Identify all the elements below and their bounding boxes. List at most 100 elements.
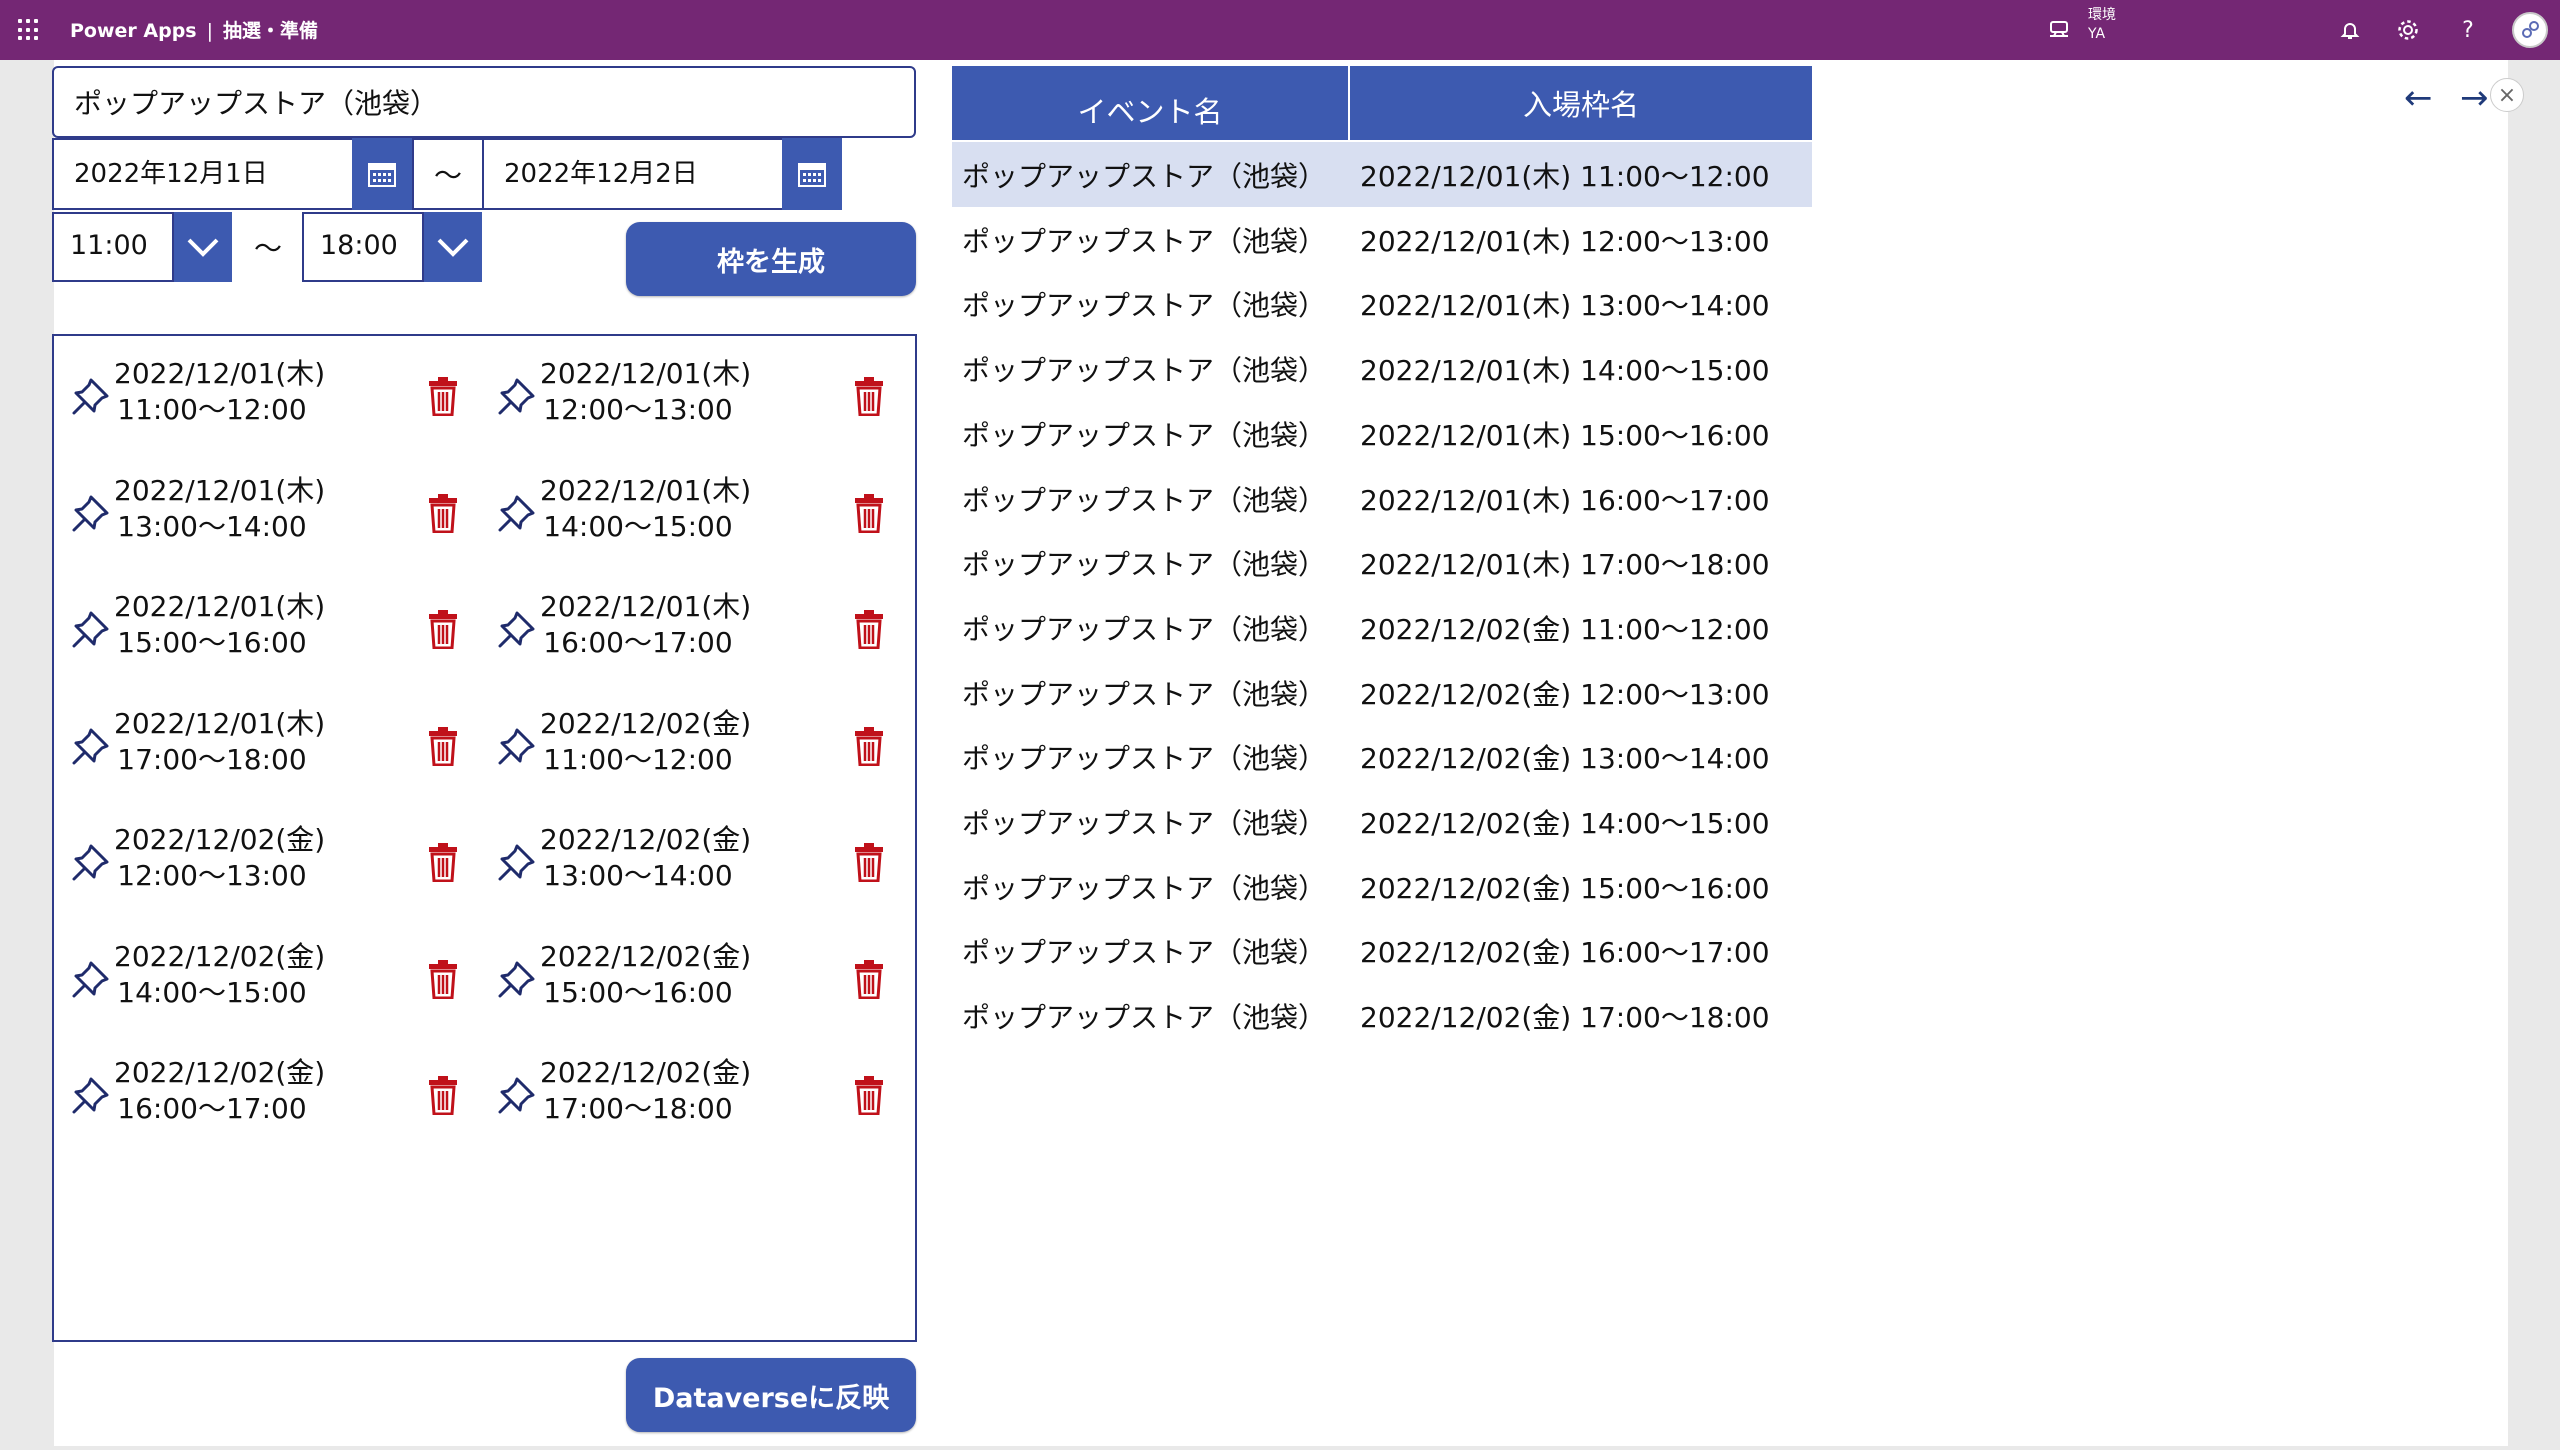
table-row[interactable]: ポップアップストア（池袋） 2022/12/02(金) 13:00～14:00 (952, 724, 1812, 789)
trash-icon[interactable] (854, 959, 884, 999)
dataverse-sync-button[interactable]: Dataverseに反映 (626, 1358, 916, 1432)
cell-slot-name: 2022/12/01(木) 11:00～12:00 (1360, 160, 1770, 193)
gallery-item[interactable]: 2022/12/02(金) 14:00～15:00 (54, 919, 478, 1029)
slot-time: 11:00～12:00 (543, 742, 733, 776)
slot-date: 2022/12/01(木) (540, 473, 752, 507)
slot-date: 2022/12/02(金) (540, 823, 752, 856)
avatar[interactable] (2512, 12, 2548, 48)
gallery-item[interactable]: 2022/12/02(金) 16:00～17:00 (54, 1035, 478, 1145)
trash-icon[interactable] (428, 726, 458, 766)
table-row[interactable]: ポップアップストア（池袋） 2022/12/02(金) 14:00～15:00 (952, 789, 1812, 854)
table-row[interactable]: ポップアップストア（池袋） 2022/12/02(金) 11:00～12:00 (952, 595, 1812, 660)
cell-event-name: ポップアップストア（池袋） (962, 224, 1327, 258)
table-header-slot: 入場枠名 (1350, 66, 1812, 140)
trash-icon[interactable] (428, 376, 458, 417)
top-bar: Power Apps | 抽選・準備 環境 YA ? (0, 0, 2560, 60)
table-row[interactable]: ポップアップストア（池袋） 2022/12/01(木) 13:00～14:00 (952, 271, 1812, 336)
time-from-dropdown[interactable]: 11:00 (52, 212, 174, 282)
generate-slots-button[interactable]: 枠を生成 (626, 222, 916, 296)
pin-icon[interactable] (495, 374, 539, 418)
environment-switcher[interactable]: 環境 YA (2088, 6, 2116, 44)
calendar-icon[interactable] (782, 138, 842, 210)
gallery-item[interactable]: 2022/12/01(木) 14:00～15:00 (480, 453, 904, 563)
trash-icon[interactable] (428, 609, 458, 650)
pin-icon[interactable] (495, 957, 539, 1001)
table-row[interactable]: ポップアップストア（池袋） 2022/12/02(金) 15:00～16:00 (952, 854, 1812, 919)
table-row[interactable]: ポップアップストア（池袋） 2022/12/01(木) 17:00～18:00 (952, 530, 1812, 595)
gallery-item[interactable]: 2022/12/01(木) 15:00～16:00 (54, 569, 478, 679)
gallery-item[interactable]: 2022/12/01(木) 11:00～12:00 (54, 336, 478, 446)
slot-time: 14:00～15:00 (543, 509, 733, 543)
trash-icon[interactable] (854, 376, 884, 417)
gallery-item[interactable]: 2022/12/02(金) 13:00～14:00 (480, 802, 904, 912)
gallery-item[interactable]: 2022/12/02(金) 15:00～16:00 (480, 919, 904, 1029)
slot-time: 16:00～17:00 (117, 1092, 307, 1125)
cell-event-name: ポップアップストア（池袋） (962, 289, 1327, 323)
pin-icon[interactable] (495, 724, 539, 768)
trash-icon[interactable] (428, 493, 458, 533)
table-row[interactable]: ポップアップストア（池袋） 2022/12/01(木) 12:00～13:00 (952, 207, 1812, 272)
date-from-picker[interactable]: 2022年12月1日 (52, 138, 354, 210)
close-icon[interactable]: × (2490, 78, 2524, 112)
table-row[interactable]: ポップアップストア（池袋） 2022/12/02(金) 17:00～18:00 (952, 983, 1812, 1048)
trash-icon[interactable] (854, 726, 884, 766)
forward-arrow-icon[interactable]: → (2460, 78, 2489, 118)
calendar-icon[interactable] (352, 138, 412, 210)
trash-icon[interactable] (854, 609, 884, 650)
slot-label: 2022/12/02(金) 11:00～12:00 (540, 706, 751, 778)
pin-icon[interactable] (69, 957, 113, 1001)
environment-icon[interactable] (2048, 18, 2070, 40)
cell-event-name: ポップアップストア（池袋） (962, 1001, 1327, 1035)
pin-icon[interactable] (495, 1073, 539, 1117)
app-launcher-icon[interactable] (18, 19, 40, 41)
cell-event-name: ポップアップストア（池袋） (962, 677, 1327, 711)
table-row[interactable]: ポップアップストア（池袋） 2022/12/02(金) 16:00～17:00 (952, 918, 1812, 983)
pin-icon[interactable] (69, 374, 113, 418)
slot-time: 13:00～14:00 (543, 859, 733, 892)
pin-icon[interactable] (69, 840, 113, 884)
pin-icon[interactable] (69, 1073, 113, 1117)
table-header-event: イベント名 (952, 66, 1348, 140)
trash-icon[interactable] (428, 1075, 458, 1116)
table-row[interactable]: ポップアップストア（池袋） 2022/12/02(金) 12:00～13:00 (952, 660, 1812, 725)
pin-icon[interactable] (69, 491, 113, 535)
back-arrow-icon[interactable]: ← (2404, 78, 2433, 118)
gear-icon[interactable] (2394, 16, 2422, 44)
slot-label: 2022/12/01(木) 11:00～12:00 (114, 356, 325, 428)
trash-icon[interactable] (854, 1075, 884, 1116)
gallery-item[interactable]: 2022/12/02(金) 12:00～13:00 (54, 802, 478, 912)
gallery-item[interactable]: 2022/12/02(金) 17:00～18:00 (480, 1035, 904, 1145)
notification-icon[interactable] (2336, 16, 2364, 44)
slot-date: 2022/12/01(木) (114, 590, 326, 623)
table-row[interactable]: ポップアップストア（池袋） 2022/12/01(木) 11:00～12:00 (952, 142, 1812, 207)
chevron-down-icon[interactable] (174, 212, 232, 282)
title-separator: | (206, 20, 214, 42)
pin-icon[interactable] (495, 607, 539, 651)
slot-date: 2022/12/02(金) (114, 1056, 326, 1089)
table-row[interactable]: ポップアップストア（池袋） 2022/12/01(木) 14:00～15:00 (952, 336, 1812, 401)
cell-event-name: ポップアップストア（池袋） (962, 548, 1327, 582)
pin-icon[interactable] (495, 491, 539, 535)
trash-icon[interactable] (854, 493, 884, 533)
gallery-item[interactable]: 2022/12/02(金) 11:00～12:00 (480, 686, 904, 796)
chevron-down-icon[interactable] (424, 212, 482, 282)
gallery-item[interactable]: 2022/12/01(木) 12:00～13:00 (480, 336, 904, 446)
trash-icon[interactable] (854, 842, 884, 883)
event-name-input[interactable]: ポップアップストア（池袋） (52, 66, 916, 138)
gallery-item[interactable]: 2022/12/01(木) 16:00～17:00 (480, 569, 904, 679)
trash-icon[interactable] (428, 959, 458, 999)
date-to-picker[interactable]: 2022年12月2日 (482, 138, 784, 210)
time-to-dropdown[interactable]: 18:00 (302, 212, 424, 282)
help-icon[interactable]: ? (2454, 16, 2482, 44)
cell-slot-name: 2022/12/02(金) 16:00～17:00 (1360, 936, 1770, 970)
gallery-item[interactable]: 2022/12/01(木) 13:00～14:00 (54, 453, 478, 563)
pin-icon[interactable] (495, 840, 539, 884)
table-row[interactable]: ポップアップストア（池袋） 2022/12/01(木) 16:00～17:00 (952, 466, 1812, 531)
screen-name: 抽選・準備 (223, 20, 319, 42)
cell-event-name: ポップアップストア（池袋） (962, 742, 1327, 776)
pin-icon[interactable] (69, 724, 113, 768)
trash-icon[interactable] (428, 842, 458, 883)
gallery-item[interactable]: 2022/12/01(木) 17:00～18:00 (54, 686, 478, 796)
table-row[interactable]: ポップアップストア（池袋） 2022/12/01(木) 15:00～16:00 (952, 401, 1812, 466)
pin-icon[interactable] (69, 607, 113, 651)
